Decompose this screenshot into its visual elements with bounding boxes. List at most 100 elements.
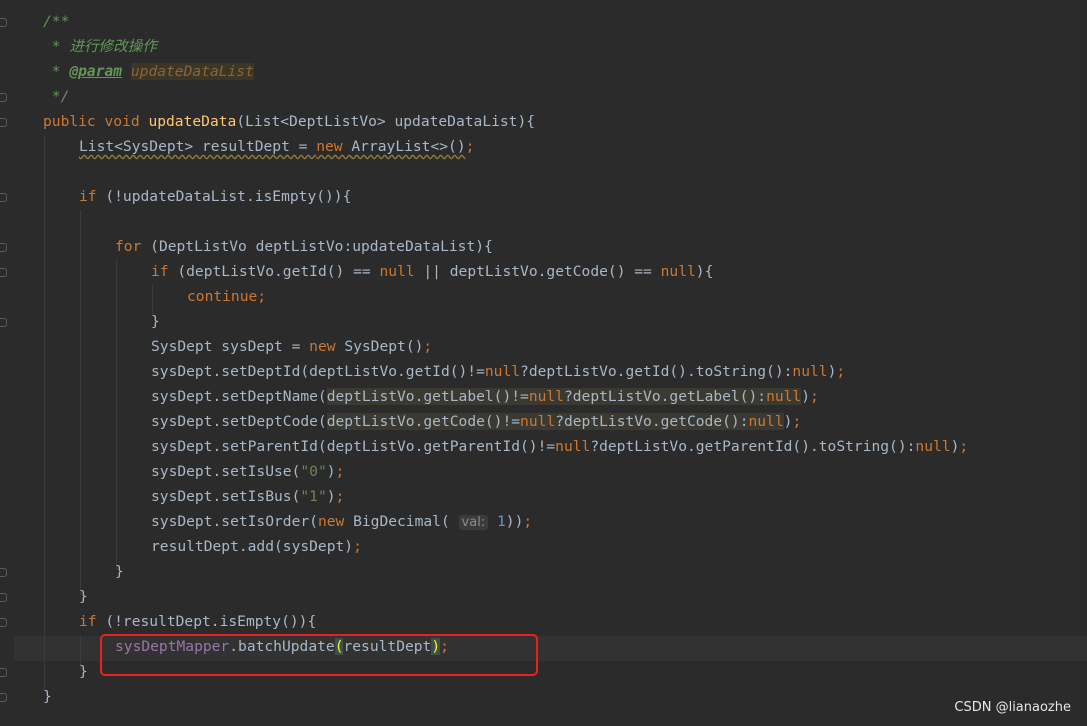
doc-tag: @param	[69, 63, 123, 80]
code-line-14: SysDept sysDept = new SysDept();	[151, 334, 432, 359]
keyword: new	[316, 138, 352, 155]
fold-marker-icon[interactable]	[0, 693, 7, 702]
code-line-6: List<SysDept> resultDept = new ArrayList…	[79, 134, 474, 159]
code-line-17: sysDept.setDeptCode(deptListVo.getCode()…	[151, 409, 801, 434]
fold-marker-icon[interactable]	[0, 268, 7, 277]
keyword: new	[317, 513, 354, 530]
semicolon: ;	[465, 138, 475, 155]
keyword: null	[520, 413, 556, 430]
number-literal: 1	[496, 513, 506, 530]
code-line-8: if (!updateDataList.isEmpty()){	[79, 184, 351, 209]
code-line-27: }	[79, 659, 88, 684]
code-text: (List<DeptListVo> updateDataList){	[236, 113, 536, 130]
code-line-10: for (DeptListVo deptListVo:updateDataLis…	[115, 234, 493, 259]
code-text: BigDecimal(	[353, 513, 459, 530]
fold-marker-icon[interactable]	[0, 318, 7, 327]
code-text: SysDept()	[344, 338, 424, 355]
keyword: null	[660, 263, 696, 280]
code-text: }	[151, 313, 160, 330]
string-literal: "1"	[300, 488, 327, 505]
keyword: public void	[43, 113, 149, 130]
keyword: continue;	[187, 288, 267, 305]
keyword: null	[748, 413, 784, 430]
code-text: resultDept.add(sysDept)	[151, 538, 354, 555]
keyword: if	[79, 613, 106, 630]
code-warning: List<SysDept> resultDept = new ArrayList…	[79, 138, 466, 155]
code-line-1: /**	[43, 9, 69, 34]
indent-guide	[44, 135, 45, 690]
semicolon: ;	[335, 488, 345, 505]
code-text: (!resultDept.isEmpty()){	[105, 613, 317, 630]
code-text: || deptListVo.getCode() ==	[414, 263, 661, 280]
keyword: for	[115, 238, 151, 255]
code-text: List<SysDept> resultDept =	[79, 138, 317, 155]
code-text: (deptListVo.getId() ==	[177, 263, 380, 280]
method-name: updateData	[148, 113, 237, 130]
fold-marker-icon[interactable]	[0, 243, 7, 252]
doc-comment: * 进行修改操作	[43, 38, 157, 55]
keyword: new	[309, 338, 345, 355]
fold-marker-icon[interactable]	[0, 668, 7, 677]
semicolon: ;	[423, 338, 433, 355]
code-text: sysDept.setDeptName(	[151, 388, 327, 405]
semicolon: ;	[335, 463, 345, 480]
code-text: sysDept.setDeptCode(	[151, 413, 327, 430]
semicolon: ;	[959, 438, 969, 455]
code-text: sysDept.setParentId(deptListVo.getParent…	[151, 438, 556, 455]
code-line-19: sysDept.setIsUse("0");	[151, 459, 344, 484]
code-line-15: sysDept.setDeptId(deptListVo.getId()!=nu…	[151, 359, 845, 384]
code-line-16: sysDept.setDeptName(deptListVo.getLabel(…	[151, 384, 819, 409]
code-line-13: }	[151, 309, 160, 334]
annotation-highlight-box	[100, 634, 538, 676]
semicolon: ;	[353, 538, 362, 555]
keyword: if	[79, 188, 106, 205]
keyword: null	[555, 438, 591, 455]
fold-marker-icon[interactable]	[0, 593, 7, 602]
code-line-20: sysDept.setIsBus("1");	[151, 484, 344, 509]
code-line-5: public void updateData(List<DeptListVo> …	[43, 109, 535, 134]
code-text: sysDept.setIsBus(	[151, 488, 301, 505]
code-line-18: sysDept.setParentId(deptListVo.getParent…	[151, 434, 968, 459]
code-text: (DeptListVo deptListVo:updateDataList){	[150, 238, 493, 255]
code-text: )	[801, 388, 811, 405]
code-line-4: */	[43, 84, 70, 109]
keyword: null	[766, 388, 802, 405]
keyword: null	[379, 263, 415, 280]
keyword: null	[915, 438, 951, 455]
semicolon: ;	[792, 413, 802, 430]
code-text: deptListVo.getLabel()!=	[326, 388, 529, 405]
indent-guide	[116, 260, 117, 570]
code-text: }	[79, 663, 88, 680]
redundant-highlight: deptListVo.getLabel()!=null?deptListVo.g…	[326, 388, 802, 405]
doc-comment: /**	[43, 13, 70, 30]
fold-marker-icon[interactable]	[0, 193, 7, 202]
doc-param-name: updateDataList	[130, 63, 254, 80]
code-text: ){	[695, 263, 714, 280]
fold-marker-icon[interactable]	[0, 93, 7, 102]
fold-marker-icon[interactable]	[0, 118, 7, 127]
code-text: sysDept.setIsOrder(	[151, 513, 318, 530]
code-text: (!updateDataList.isEmpty()){	[105, 188, 352, 205]
code-text: ArrayList<>()	[351, 138, 466, 155]
code-text: deptListVo.getCode()!=	[326, 413, 521, 430]
code-line-24: }	[79, 584, 88, 609]
code-text: }	[115, 563, 124, 580]
fold-marker-icon[interactable]	[0, 618, 7, 627]
code-line-22: resultDept.add(sysDept);	[151, 534, 362, 559]
keyword: null	[792, 363, 828, 380]
code-text: }	[43, 688, 52, 705]
keyword: null	[484, 363, 521, 380]
code-line-11: if (deptListVo.getId() == null || deptLi…	[151, 259, 713, 284]
indent-guide	[80, 210, 81, 595]
code-line-21: sysDept.setIsOrder(new BigDecimal( val: …	[151, 509, 532, 534]
code-line-3: * @param updateDataList	[43, 59, 254, 84]
fold-marker-icon[interactable]	[0, 18, 7, 27]
code-text: sysDept.setDeptId(deptListVo.getId()!=	[151, 363, 485, 380]
watermark: CSDN @lianaozhe	[954, 700, 1071, 715]
code-line-2: * 进行修改操作	[43, 34, 157, 59]
doc-comment: *	[43, 63, 70, 80]
fold-marker-icon[interactable]	[0, 568, 7, 577]
code-text: }	[79, 588, 88, 605]
code-text: ?deptListVo.getCode():	[555, 413, 749, 430]
semicolon: ;	[836, 363, 846, 380]
